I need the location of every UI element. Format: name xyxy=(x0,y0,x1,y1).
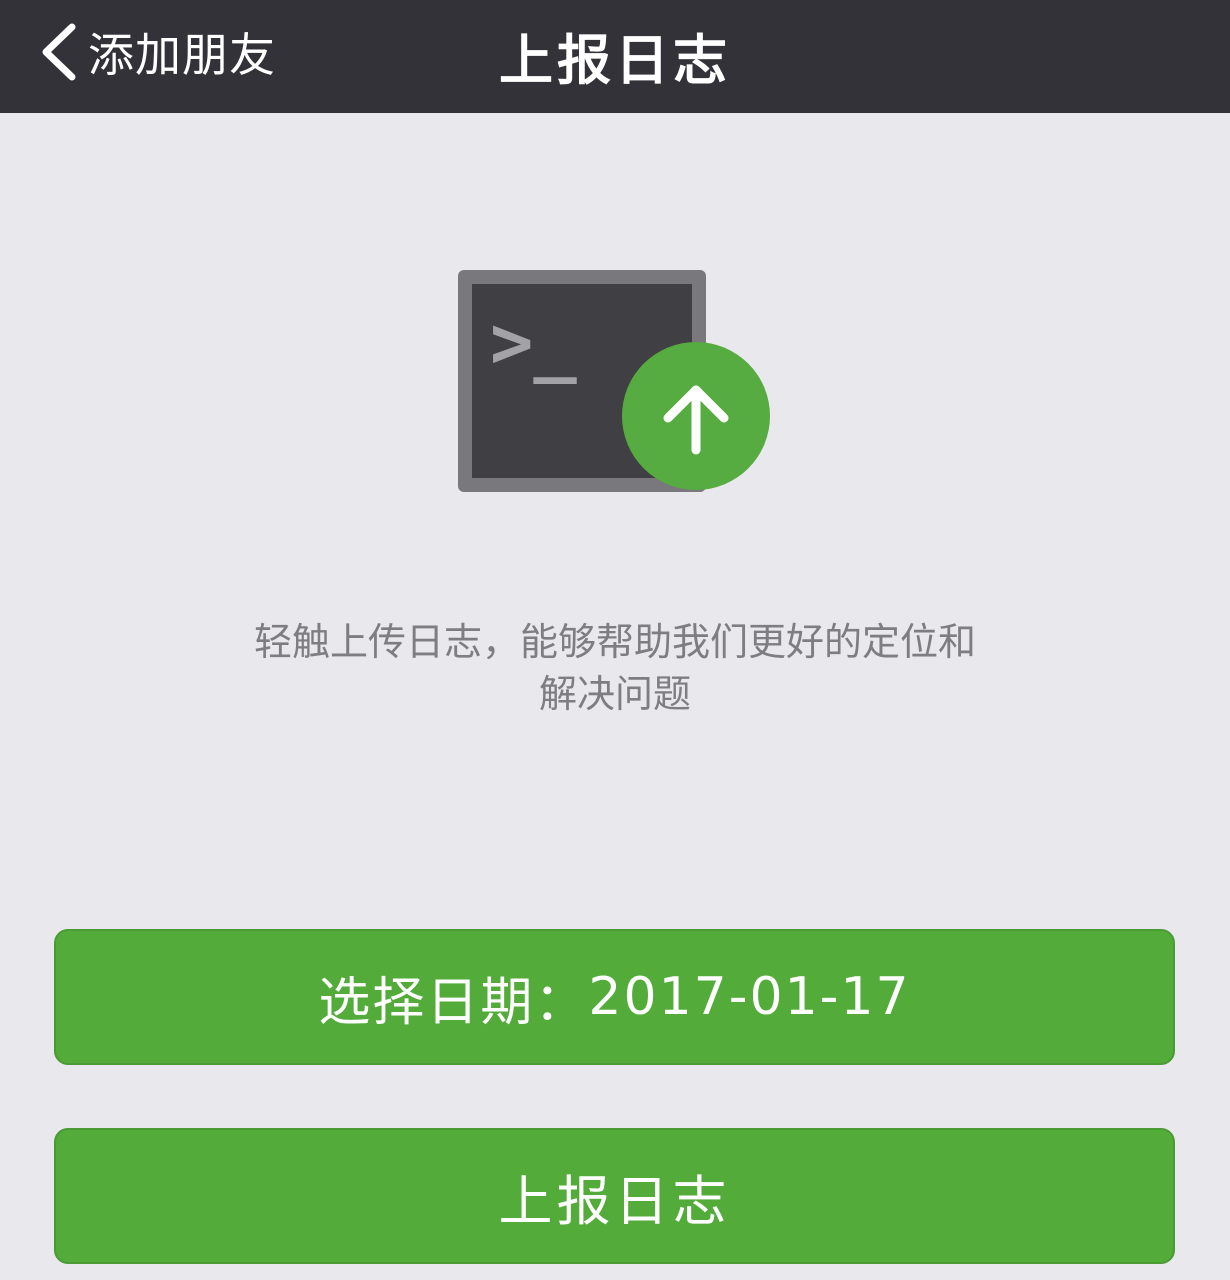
terminal-prompt: >_ xyxy=(490,300,577,384)
terminal-upload-icon: >_ xyxy=(450,262,780,502)
upload-log-button[interactable]: 上报日志 xyxy=(54,1128,1175,1264)
description-text: 轻触上传日志，能够帮助我们更好的定位和 解决问题 xyxy=(140,616,1090,720)
description-line-2: 解决问题 xyxy=(538,672,691,716)
select-date-label: 选择日期： xyxy=(318,972,589,1033)
terminal-upload-illustration: >_ xyxy=(458,270,770,492)
page-title: 上报日志 xyxy=(499,29,731,92)
log-upload-screen: 添加朋友 上报日志 >_ 轻触上传日志，能够帮助我们更好的定位和 解决问题 选择… xyxy=(0,0,1230,1280)
selected-date-value: 2017-01-17 xyxy=(588,967,911,1027)
upload-log-label: 上报日志 xyxy=(498,1169,731,1233)
select-date-button[interactable]: 选择日期： 2017-01-17 xyxy=(54,929,1175,1065)
navigation-bar: 添加朋友 上报日志 xyxy=(0,0,1230,113)
description-line-1: 轻触上传日志，能够帮助我们更好的定位和 xyxy=(253,620,976,664)
